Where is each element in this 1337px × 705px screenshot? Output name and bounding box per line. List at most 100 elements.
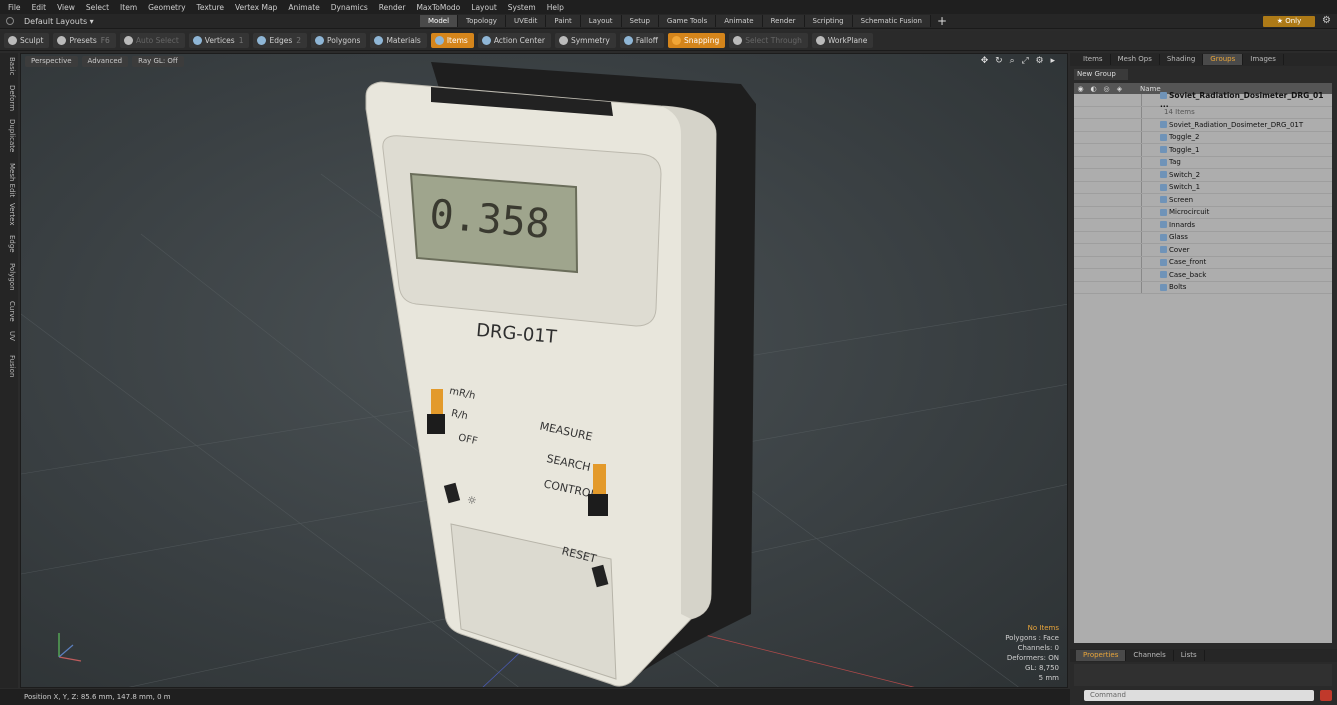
symmetry-button[interactable]: Symmetry — [554, 33, 616, 48]
vertices-icon — [192, 36, 202, 45]
tab-lists[interactable]: Lists — [1174, 650, 1205, 661]
groups-tree: ◉ ◐ ◎ ◈ Name Soviet_Radiation_Dosimeter_… — [1074, 83, 1332, 643]
left-tab-uv[interactable]: UV — [2, 331, 16, 341]
materials-button[interactable]: Materials — [370, 33, 427, 48]
list-item[interactable]: Toggle_2 — [1074, 131, 1332, 144]
tab-model[interactable]: Model — [420, 15, 459, 27]
menu-select[interactable]: Select — [86, 3, 109, 12]
select-icon[interactable]: ◈ — [1113, 85, 1126, 93]
tab-setup[interactable]: Setup — [621, 15, 659, 27]
symmetry-icon — [558, 36, 568, 45]
tab-scripting[interactable]: Scripting — [804, 15, 853, 27]
3d-viewport[interactable]: Perspective Advanced Ray GL: Off ✥ ↻ ⌕ ⤢… — [20, 53, 1068, 688]
list-item[interactable]: Soviet_Radiation_Dosimeter_DRG_01T — [1074, 119, 1332, 132]
tab-uvedit[interactable]: UVEdit — [505, 15, 547, 27]
menu-help[interactable]: Help — [547, 3, 564, 12]
tab-render[interactable]: Render — [762, 15, 805, 27]
select-through-icon — [733, 36, 743, 45]
add-tab-icon[interactable]: + — [937, 14, 947, 28]
falloff-button[interactable]: Falloff — [619, 33, 664, 48]
list-item[interactable]: Glass — [1074, 231, 1332, 244]
edges-button[interactable]: Edges 2 — [253, 33, 308, 48]
menu-item[interactable]: Item — [120, 3, 137, 12]
list-item-label: Bolts — [1169, 283, 1187, 292]
tab-animate[interactable]: Animate — [716, 15, 763, 27]
lock-icon[interactable]: ◎ — [1100, 85, 1113, 93]
workplane-button[interactable]: WorkPlane — [811, 33, 874, 48]
action-center-label: Action Center — [493, 36, 545, 45]
left-tab-basic[interactable]: Basic — [2, 57, 16, 76]
tab-shading[interactable]: Shading — [1160, 54, 1204, 65]
items-button[interactable]: Items — [430, 33, 474, 48]
tab-properties[interactable]: Properties — [1076, 650, 1127, 661]
tab-items[interactable]: Items — [1076, 54, 1111, 65]
left-tab-deform[interactable]: Deform — [2, 85, 16, 111]
left-tab-mesh-edit[interactable]: Mesh Edit — [2, 163, 16, 197]
list-item[interactable]: Microcircuit — [1074, 206, 1332, 219]
vertices-button[interactable]: Vertices 1 — [188, 33, 250, 48]
only-button[interactable]: ★ Only — [1263, 16, 1315, 27]
list-item-label: Tag — [1169, 158, 1181, 167]
menu-geometry[interactable]: Geometry — [148, 3, 185, 12]
switch-mode-knob — [588, 494, 608, 516]
snapping-icon — [671, 36, 681, 45]
list-item[interactable]: Case_front — [1074, 256, 1332, 269]
select-through-label: Select Through — [745, 36, 802, 45]
left-tab-curve[interactable]: Curve — [2, 301, 16, 322]
left-tab-vertex[interactable]: Vertex — [2, 203, 16, 226]
snapping-button[interactable]: Snapping — [667, 33, 726, 48]
tab-images[interactable]: Images — [1243, 54, 1284, 65]
left-tab-polygon[interactable]: Polygon — [2, 263, 16, 291]
menu-dynamics[interactable]: Dynamics — [331, 3, 368, 12]
menu-view[interactable]: View — [57, 3, 75, 12]
list-item[interactable]: Innards — [1074, 219, 1332, 232]
menu-system[interactable]: System — [508, 3, 536, 12]
action-center-button[interactable]: Action Center — [477, 33, 551, 48]
tab-groups[interactable]: Groups — [1203, 54, 1244, 65]
list-item[interactable]: Bolts — [1074, 281, 1332, 294]
list-item[interactable]: Switch_2 — [1074, 169, 1332, 182]
auto-select-button[interactable]: Auto Select — [119, 33, 185, 48]
left-tab-edge[interactable]: Edge — [2, 235, 16, 253]
status-bar: Position X, Y, Z: 85.6 mm, 147.8 mm, 0 m — [0, 689, 1070, 705]
left-tab-fusion[interactable]: Fusion — [2, 355, 16, 377]
sculpt-icon — [8, 36, 17, 45]
list-item[interactable]: Case_back — [1074, 269, 1332, 282]
list-item[interactable]: Screen — [1074, 194, 1332, 207]
left-tab-duplicate[interactable]: Duplicate — [2, 119, 16, 152]
sculpt-button[interactable]: Sculpt — [4, 33, 50, 48]
tab-topology[interactable]: Topology — [458, 15, 506, 27]
menu-file[interactable]: File — [8, 3, 21, 12]
menu-animate[interactable]: Animate — [288, 3, 319, 12]
eye-icon[interactable]: ◉ — [1074, 85, 1087, 93]
tab-mesh-ops[interactable]: Mesh Ops — [1111, 54, 1160, 65]
command-run-icon[interactable] — [1320, 690, 1332, 701]
falloff-icon — [623, 36, 633, 45]
menu-edit[interactable]: Edit — [32, 3, 47, 12]
menu-layout[interactable]: Layout — [471, 3, 497, 12]
tab-game-tools[interactable]: Game Tools — [658, 15, 717, 27]
channels-stat: Channels: 0 — [1017, 644, 1059, 652]
select-through-button[interactable]: Select Through — [729, 33, 808, 48]
tab-channels[interactable]: Channels — [1126, 650, 1174, 661]
list-item[interactable]: Toggle_1 — [1074, 144, 1332, 157]
menu-render[interactable]: Render — [379, 3, 406, 12]
menu-texture[interactable]: Texture — [197, 3, 224, 12]
falloff-label: Falloff — [635, 36, 658, 45]
tab-schematic-fusion[interactable]: Schematic Fusion — [852, 15, 931, 27]
command-input[interactable]: Command — [1084, 690, 1314, 701]
layouts-dropdown[interactable]: Default Layouts ▾ — [0, 14, 420, 29]
list-item[interactable]: Tag — [1074, 156, 1332, 169]
list-item[interactable]: Cover — [1074, 244, 1332, 257]
tab-layout[interactable]: Layout — [580, 15, 622, 27]
menu-maxtomodo[interactable]: MaxToModo — [416, 3, 460, 12]
tab-paint[interactable]: Paint — [546, 15, 581, 27]
gear-icon[interactable]: ⚙ — [1322, 15, 1331, 26]
tree-root-row[interactable]: Soviet_Radiation_Dosimeter_DRG_01 ... — [1074, 91, 1332, 109]
list-item[interactable]: Switch_1 — [1074, 181, 1332, 194]
presets-button[interactable]: Presets F6 — [53, 33, 116, 48]
render-icon[interactable]: ◐ — [1087, 85, 1100, 93]
new-group-button[interactable]: New Group — [1074, 69, 1128, 80]
polygons-button[interactable]: Polygons — [311, 33, 367, 48]
menu-vertex-map[interactable]: Vertex Map — [235, 3, 277, 12]
